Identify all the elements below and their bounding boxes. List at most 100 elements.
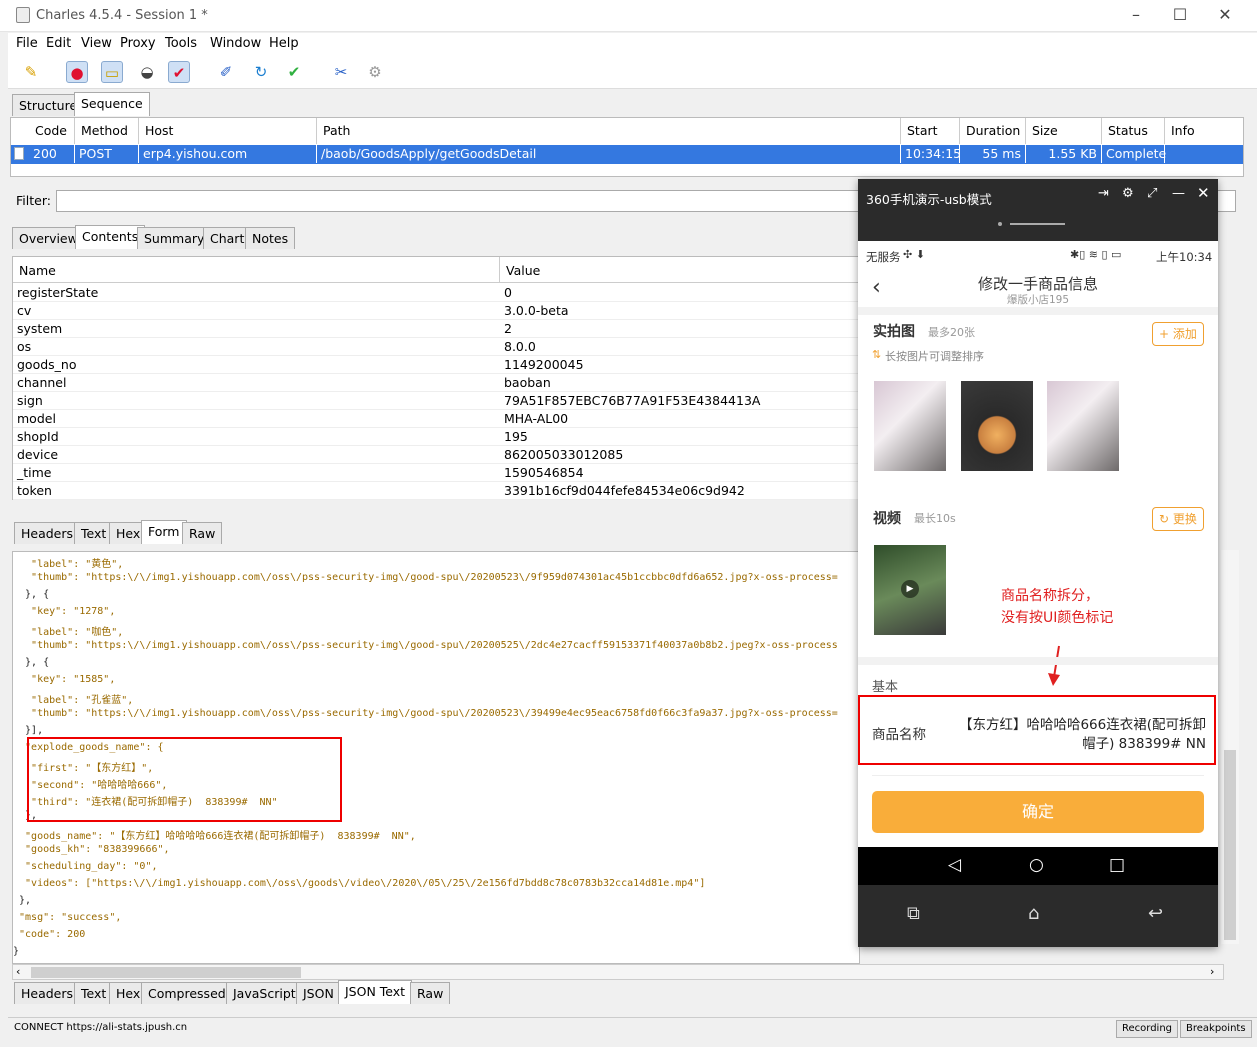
minimize-icon[interactable]: – (1124, 4, 1148, 26)
tab-resp-javascript[interactable]: JavaScript (226, 982, 303, 1004)
col-host[interactable]: Host (139, 118, 317, 144)
vertical-scrollbar[interactable] (1221, 550, 1239, 944)
turtle-icon[interactable]: ◒ (136, 61, 158, 83)
col-method[interactable]: Method (75, 118, 139, 144)
table-row[interactable]: os 8.0.0 (13, 338, 861, 356)
photo-thumbnail-1[interactable] (874, 381, 946, 471)
json-line: }, { (13, 589, 50, 600)
goods-name-value-line-2[interactable]: 帽子) 838399# NN (936, 732, 1206, 752)
tab-resp-raw[interactable]: Raw (410, 982, 451, 1004)
menu-edit[interactable]: Edit (46, 36, 71, 51)
col-status[interactable]: Status (1102, 118, 1165, 144)
tab-resp-text[interactable]: Text (74, 982, 114, 1004)
refresh-icon[interactable]: ↻ (250, 61, 272, 83)
nav-home-icon[interactable]: ○ (1029, 855, 1044, 875)
table-row[interactable]: token 3391b16cf9d044fefe84534e06c9d942 (13, 482, 861, 500)
photos-label: 实拍图 (873, 324, 915, 340)
filter-label: Filter: (16, 193, 51, 208)
table-row[interactable]: system 2 (13, 320, 861, 338)
menu-window[interactable]: Window (210, 36, 261, 51)
menu-file[interactable]: File (16, 36, 38, 51)
play-icon[interactable]: ▶ (901, 580, 919, 598)
table-row[interactable]: shopId 195 (13, 428, 861, 446)
tab-sequence[interactable]: Sequence (74, 92, 150, 116)
horizontal-scrollbar[interactable]: ‹ › (12, 964, 1224, 980)
multitask-icon[interactable]: ⧉ (907, 903, 920, 924)
menu-tools[interactable]: Tools (165, 36, 197, 51)
col-info[interactable]: Info (1165, 118, 1243, 144)
col-path[interactable]: Path (317, 118, 901, 144)
tab-resp-headers[interactable]: Headers (14, 982, 81, 1004)
table-row[interactable]: registerState 0 (13, 284, 861, 302)
photo-thumbnail-2[interactable] (961, 381, 1033, 471)
tab-summary[interactable]: Summary (137, 227, 212, 249)
menu-help[interactable]: Help (269, 36, 299, 51)
settings-icon[interactable]: ⚙ (1122, 186, 1134, 201)
settings-gear-icon[interactable]: ⚙ (364, 61, 386, 83)
title-bar: Charles 4.5.4 - Session 1 * – ☐ ✕ (0, 0, 1257, 32)
mirror-control-bar: ⧉ ⌂ ↩ (858, 885, 1218, 947)
tab-resp-compressed[interactable]: Compressed (141, 982, 233, 1004)
recording-button[interactable]: Recording (1116, 1020, 1179, 1038)
pen-icon[interactable]: ✐ (215, 61, 237, 83)
nav-recents-icon[interactable]: □ (1109, 855, 1125, 875)
tab-req-text[interactable]: Text (74, 522, 114, 544)
add-photo-button[interactable]: + 添加 (1152, 322, 1204, 346)
table-row[interactable]: cv 3.0.0-beta (13, 302, 861, 320)
photo-thumbnail-3[interactable] (1047, 381, 1119, 471)
col-size[interactable]: Size (1026, 118, 1102, 144)
home-icon[interactable]: ⌂ (1028, 903, 1039, 924)
tab-contents[interactable]: Contents (75, 225, 146, 249)
col-value[interactable]: Value (506, 263, 540, 278)
minimize-icon[interactable]: — (1172, 186, 1185, 201)
tab-req-headers[interactable]: Headers (14, 522, 81, 544)
breakpoints-button[interactable]: Breakpoints (1180, 1020, 1252, 1038)
close-icon[interactable]: ✕ (1213, 4, 1237, 26)
table-row[interactable]: sign 79A51F857EBC76B77A91F53E4384413A (13, 392, 861, 410)
tab-overview[interactable]: Overview (12, 227, 85, 249)
menu-view[interactable]: View (81, 36, 112, 51)
confirm-button[interactable]: 确定 (872, 791, 1204, 833)
tools-icon[interactable]: ✂ (330, 61, 352, 83)
breakpoints-icon[interactable]: ✔ (168, 61, 190, 83)
video-thumbnail[interactable]: ▶ (874, 545, 946, 635)
json-line: }, { (13, 657, 50, 668)
col-duration[interactable]: Duration (960, 118, 1026, 144)
scroll-left-icon[interactable]: ‹ (16, 965, 20, 978)
change-video-button[interactable]: ↻ 更换 (1152, 507, 1204, 531)
pin-icon[interactable]: ⇥ (1098, 186, 1109, 201)
annotation-line-1: 商品名称拆分， (1001, 588, 1099, 604)
close-icon[interactable]: ✕ (1197, 184, 1210, 202)
goods-name-value-line-1[interactable]: 【东方红】哈哈哈哈666连衣裙(配可拆卸 (936, 713, 1206, 733)
maximize-icon[interactable]: ☐ (1168, 4, 1192, 26)
tab-resp-json[interactable]: JSON (296, 982, 341, 1004)
horizontal-scroll-thumb[interactable] (31, 967, 301, 978)
table-row-selected[interactable]: 200 POST erp4.yishou.com /baob/GoodsAppl… (11, 145, 1243, 164)
tab-req-raw[interactable]: Raw (182, 522, 223, 544)
return-icon[interactable]: ↩ (1148, 903, 1163, 924)
menu-proxy[interactable]: Proxy (120, 36, 156, 51)
vertical-scroll-thumb[interactable] (1224, 750, 1236, 940)
col-code[interactable]: Code (29, 118, 75, 144)
table-row[interactable]: goods_no 1149200045 (13, 356, 861, 374)
broom-icon[interactable]: ✎ (20, 61, 42, 83)
table-row[interactable]: _time 1590546854 (13, 464, 861, 482)
throttle-icon[interactable]: ▭ (101, 61, 123, 83)
table-row[interactable]: channel baoban (13, 374, 861, 392)
validate-check-icon[interactable]: ✔ (283, 61, 305, 83)
param-value: 3.0.0-beta (504, 303, 569, 318)
param-name: system (17, 321, 63, 336)
table-row[interactable]: device 862005033012085 (13, 446, 861, 464)
tab-notes[interactable]: Notes (245, 227, 296, 249)
record-icon[interactable]: ● (66, 61, 88, 83)
json-line: "scheduling_day": "0", (13, 861, 158, 872)
col-name[interactable]: Name (19, 263, 56, 278)
table-row[interactable]: model MHA-AL00 (13, 410, 861, 428)
col-start[interactable]: Start (901, 118, 960, 144)
tab-resp-json-text[interactable]: JSON Text (338, 980, 413, 1004)
nav-back-icon[interactable]: ◁ (948, 855, 961, 875)
scroll-right-icon[interactable]: › (1210, 965, 1214, 978)
tab-req-form[interactable]: Form (141, 520, 187, 544)
expand-icon[interactable]: ⤢ (1147, 186, 1157, 201)
row-divider (872, 775, 1204, 776)
